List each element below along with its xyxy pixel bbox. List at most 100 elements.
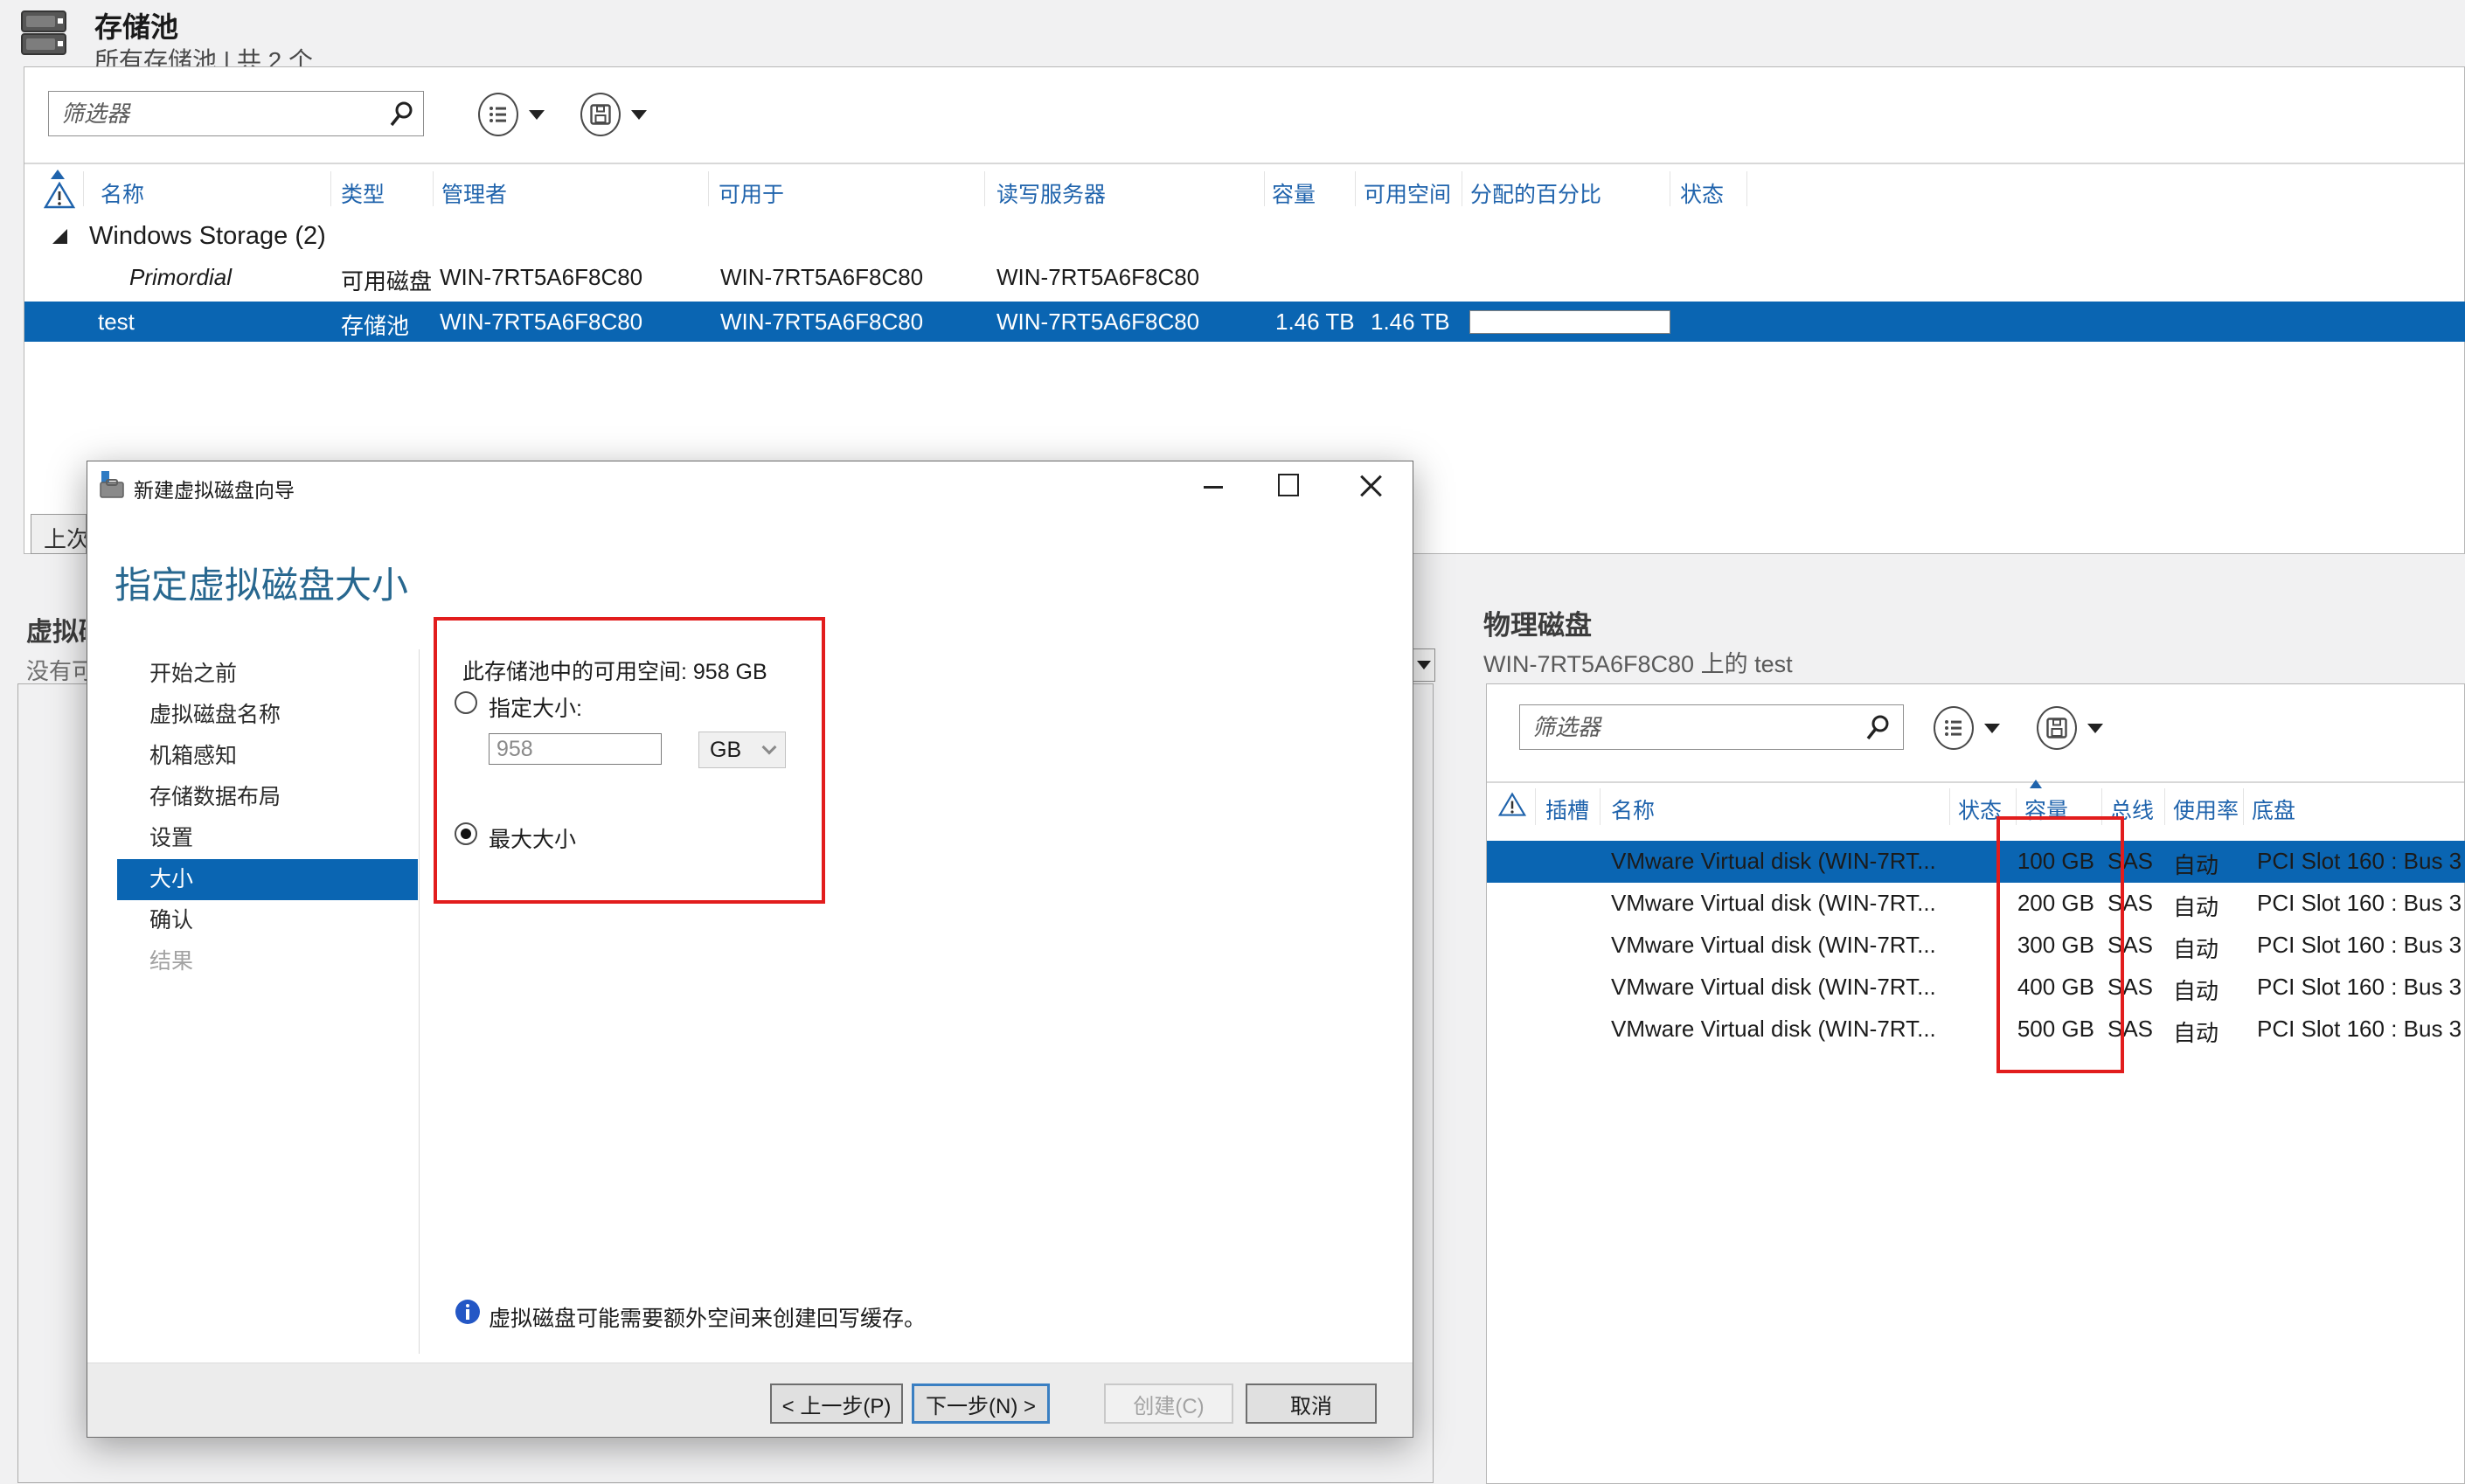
col-header-percent-allocated[interactable]: 分配的百分比 bbox=[1470, 177, 1601, 209]
save-view-caret-icon[interactable] bbox=[2087, 724, 2103, 733]
column-divider bbox=[2243, 788, 2244, 825]
previous-button[interactable]: < 上一步(P) bbox=[770, 1383, 903, 1424]
step-confirmation[interactable]: 确认 bbox=[117, 900, 418, 941]
pool-free-space: 1.46 TB bbox=[1371, 309, 1450, 336]
pool-name: test bbox=[98, 309, 135, 336]
col-header-available-to[interactable]: 可用于 bbox=[719, 177, 784, 209]
chevron-down-icon bbox=[1417, 661, 1431, 669]
search-icon bbox=[1864, 713, 1892, 741]
pools-filter-input[interactable] bbox=[48, 91, 424, 136]
search-icon bbox=[387, 100, 415, 128]
pool-manager: WIN-7RT5A6F8C80 bbox=[440, 264, 642, 291]
disk-name: VMware Virtual disk (WIN-7RT... bbox=[1611, 974, 1936, 1001]
group-row-label[interactable]: Windows Storage (2) bbox=[89, 222, 326, 251]
col-header-manager[interactable]: 管理者 bbox=[441, 177, 507, 209]
next-button[interactable]: 下一步(N) > bbox=[912, 1383, 1050, 1424]
step-provisioning[interactable]: 设置 bbox=[117, 818, 418, 859]
disk-usage: 自动 bbox=[2173, 932, 2218, 964]
disk-name: VMware Virtual disk (WIN-7RT... bbox=[1611, 1016, 1936, 1043]
save-icon bbox=[2046, 718, 2067, 739]
cancel-button[interactable]: 取消 bbox=[1246, 1383, 1377, 1424]
col-header-free-space[interactable]: 可用空间 bbox=[1364, 177, 1451, 209]
table-row-selected[interactable]: test 存储池 WIN-7RT5A6F8C80 WIN-7RT5A6F8C80… bbox=[24, 302, 2465, 342]
col-header-status[interactable]: 状态 bbox=[1680, 177, 1724, 209]
column-divider bbox=[1949, 788, 1950, 825]
toolbar-divider bbox=[1487, 781, 2464, 783]
step-enclosure-awareness[interactable]: 机箱感知 bbox=[117, 736, 418, 777]
dialog-title: 新建虚拟磁盘向导 bbox=[134, 474, 295, 503]
last-refresh-label: 上次 bbox=[44, 522, 86, 554]
col-header-capacity[interactable]: 容量 bbox=[1272, 177, 1316, 209]
pool-available-to: WIN-7RT5A6F8C80 bbox=[720, 309, 923, 336]
pool-rw-server: WIN-7RT5A6F8C80 bbox=[996, 264, 1199, 291]
save-view-button[interactable] bbox=[2037, 706, 2077, 750]
table-row[interactable]: Primordial 可用磁盘 WIN-7RT5A6F8C80 WIN-7RT5… bbox=[0, 259, 2465, 295]
step-size-active[interactable]: 大小 bbox=[117, 859, 418, 900]
col-header-name[interactable]: 名称 bbox=[101, 177, 144, 209]
group-expand-icon[interactable] bbox=[52, 229, 67, 244]
col-header-type[interactable]: 类型 bbox=[341, 177, 385, 209]
col-header-rw-server[interactable]: 读写服务器 bbox=[996, 177, 1106, 209]
disk-chassis: PCI Slot 160 : Bus 3 : bbox=[2257, 1016, 2465, 1043]
save-icon bbox=[590, 104, 611, 125]
pool-capacity: 1.46 TB bbox=[1275, 309, 1355, 336]
create-button: 创建(C) bbox=[1104, 1383, 1233, 1424]
close-icon bbox=[1359, 474, 1382, 496]
pool-type: 存储池 bbox=[341, 309, 409, 341]
step-results: 结果 bbox=[117, 941, 418, 982]
pool-manager: WIN-7RT5A6F8C80 bbox=[440, 309, 642, 336]
step-virtual-disk-name[interactable]: 虚拟磁盘名称 bbox=[117, 695, 418, 736]
last-refresh-fragment[interactable]: 上次 bbox=[31, 514, 87, 554]
new-virtual-disk-wizard-dialog: 新建虚拟磁盘向导 指定虚拟磁盘大小 开始之前 虚拟磁盘名称 机箱感知 存储数据布… bbox=[87, 461, 1413, 1438]
col-header-usage[interactable]: 使用率 bbox=[2173, 794, 2239, 825]
disk-chassis: PCI Slot 160 : Bus 3 : bbox=[2257, 890, 2465, 917]
column-divider bbox=[1264, 171, 1265, 206]
sort-ascending-icon[interactable] bbox=[51, 170, 65, 179]
save-view-caret-icon[interactable] bbox=[631, 110, 647, 120]
save-view-button[interactable] bbox=[580, 93, 621, 136]
minimize-button[interactable] bbox=[1187, 470, 1239, 502]
list-view-button[interactable] bbox=[1934, 706, 1974, 750]
disk-row[interactable]: VMware Virtual disk (WIN-7RT... 200 GB S… bbox=[1487, 883, 2465, 925]
disk-name: VMware Virtual disk (WIN-7RT... bbox=[1611, 848, 1936, 875]
disk-row[interactable]: VMware Virtual disk (WIN-7RT... 400 GB S… bbox=[1487, 967, 2465, 1009]
step-before-you-begin[interactable]: 开始之前 bbox=[117, 654, 418, 695]
wizard-steps: 开始之前 虚拟磁盘名称 机箱感知 存储数据布局 设置 大小 确认 结果 bbox=[117, 654, 418, 982]
list-icon bbox=[1943, 718, 1964, 739]
disk-chassis: PCI Slot 160 : Bus 3 : bbox=[2257, 932, 2465, 959]
capacity-annotation-box bbox=[1996, 816, 2124, 1073]
col-header-name[interactable]: 名称 bbox=[1611, 794, 1655, 825]
list-view-button[interactable] bbox=[478, 93, 518, 136]
column-divider bbox=[1746, 171, 1747, 206]
virtual-disks-title: 虚拟磁盘 bbox=[26, 610, 86, 648]
col-header-chassis[interactable]: 底盘 bbox=[2252, 794, 2295, 825]
step-storage-layout[interactable]: 存储数据布局 bbox=[117, 777, 418, 818]
list-view-caret-icon[interactable] bbox=[1984, 724, 2000, 733]
disk-chassis: PCI Slot 160 : Bus 3 : bbox=[2257, 974, 2465, 1001]
disk-usage: 自动 bbox=[2173, 974, 2218, 1006]
list-view-caret-icon[interactable] bbox=[529, 110, 545, 120]
allocation-progress-bar bbox=[1469, 310, 1670, 334]
pool-name: Primordial bbox=[129, 264, 232, 291]
col-header-slot[interactable]: 插槽 bbox=[1545, 794, 1589, 825]
size-options-annotation-box bbox=[434, 617, 825, 904]
alert-column-icon[interactable] bbox=[1498, 792, 1526, 818]
column-divider bbox=[2164, 788, 2165, 825]
close-button[interactable] bbox=[1344, 470, 1397, 502]
column-divider bbox=[1535, 788, 1536, 825]
disk-row-selected[interactable]: VMware Virtual disk (WIN-7RT... 100 GB S… bbox=[1487, 841, 2465, 883]
pool-rw-server: WIN-7RT5A6F8C80 bbox=[996, 309, 1199, 336]
pool-type: 可用磁盘 bbox=[341, 264, 432, 296]
maximize-button[interactable] bbox=[1262, 470, 1315, 502]
disk-row[interactable]: VMware Virtual disk (WIN-7RT... 300 GB S… bbox=[1487, 925, 2465, 967]
disks-filter-input[interactable] bbox=[1519, 704, 1904, 750]
column-divider bbox=[708, 171, 709, 206]
list-icon bbox=[488, 104, 509, 125]
sort-ascending-icon bbox=[2030, 780, 2042, 788]
column-divider bbox=[1600, 788, 1601, 825]
disk-row[interactable]: VMware Virtual disk (WIN-7RT... 500 GB S… bbox=[1487, 1009, 2465, 1051]
col-header-status[interactable]: 状态 bbox=[1958, 794, 2002, 825]
maximize-icon bbox=[1278, 474, 1299, 496]
minimize-icon bbox=[1204, 486, 1223, 489]
alert-column-icon[interactable] bbox=[44, 182, 75, 210]
